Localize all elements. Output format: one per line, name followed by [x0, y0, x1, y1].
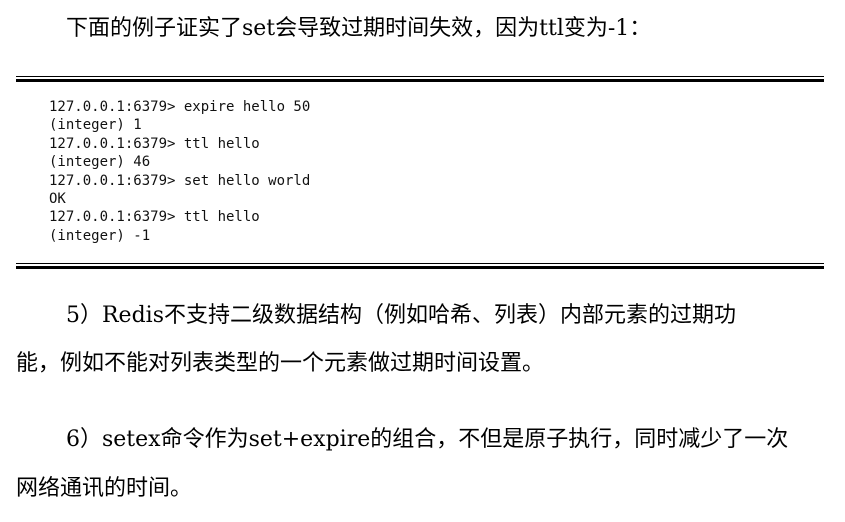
- code-block: 127.0.0.1:6379> expire hello 50 (integer…: [49, 98, 310, 245]
- code-line: OK: [49, 190, 66, 207]
- code-line: 127.0.0.1:6379> set hello world: [49, 172, 311, 189]
- code-line: 127.0.0.1:6379> ttl hello: [49, 209, 260, 226]
- intro-paragraph: 下面的例子证实了set会导致过期时间失效，因为ttl变为-1：: [66, 16, 652, 41]
- code-line: (integer) 46: [49, 154, 151, 171]
- paragraph-6-line-1: 6）setex命令作为set+expire的组合，不但是原子执行，同时减少了一次: [66, 427, 789, 452]
- code-block-top-rule: [16, 76, 824, 82]
- paragraph-5-line-2: 能，例如不能对列表类型的一个元素做过期时间设置。: [16, 351, 545, 376]
- code-line: (integer) 1: [49, 117, 142, 134]
- code-line: 127.0.0.1:6379> expire hello 50: [49, 99, 311, 115]
- code-line: (integer) -1: [49, 227, 151, 244]
- code-line: 127.0.0.1:6379> ttl hello: [49, 135, 260, 152]
- paragraph-5-line-1: 5）Redis不支持二级数据结构（例如哈希、列表）内部元素的过期功: [66, 303, 736, 328]
- paragraph-6-line-2: 网络通讯的时间。: [16, 476, 193, 501]
- code-block-bottom-rule: [16, 263, 824, 269]
